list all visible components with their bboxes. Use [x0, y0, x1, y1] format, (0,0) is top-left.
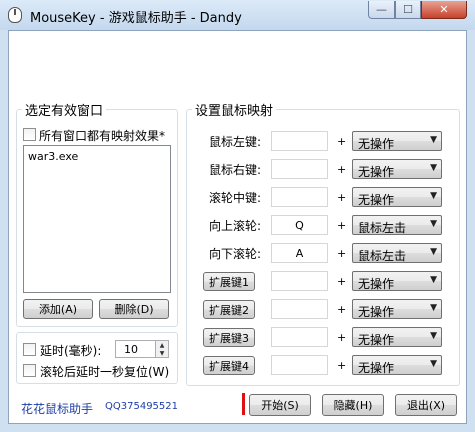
ext-key-3-action-select[interactable]: 无操作 ▼: [352, 327, 442, 347]
dropdown-arrow-icon: ▼: [430, 303, 437, 313]
add-button[interactable]: 添加(A): [23, 299, 93, 319]
minimize-button[interactable]: —: [368, 1, 395, 19]
dropdown-arrow-icon: ▼: [430, 247, 437, 257]
window-title: MouseKey - 游戏鼠标助手 - Dandy: [30, 11, 242, 26]
delay-label: 延时(毫秒):: [40, 344, 102, 358]
plus-sign: +: [337, 163, 347, 176]
middle-button-label: 滚轮中键:: [208, 191, 261, 205]
ext-key-4-key-input[interactable]: [271, 355, 328, 375]
dropdown-arrow-icon: ▼: [430, 331, 437, 341]
all-windows-label: 所有窗口都有映射效果*: [39, 129, 166, 143]
window-select-group-title: 选定有效窗口: [22, 100, 107, 119]
middle-button-key-input[interactable]: [271, 187, 328, 207]
wheel-down-action-value: 鼠标左击: [358, 249, 407, 263]
all-windows-checkbox[interactable]: [23, 128, 36, 141]
title-bar[interactable]: MouseKey - 游戏鼠标助手 - Dandy — ☐ ✕: [0, 0, 475, 30]
ext-key-4-button[interactable]: 扩展键4: [203, 356, 255, 375]
maximize-button[interactable]: ☐: [395, 1, 421, 19]
ext-key-2-button[interactable]: 扩展键2: [203, 300, 255, 319]
left-button-action-value: 无操作: [358, 137, 395, 151]
list-item[interactable]: war3.exe: [28, 150, 78, 163]
dropdown-arrow-icon: ▼: [430, 275, 437, 285]
left-button-key-input[interactable]: [271, 131, 328, 151]
right-button-key-input[interactable]: [271, 159, 328, 179]
plus-sign: +: [337, 275, 347, 288]
wheel-up-label: 向上滚轮:: [208, 219, 261, 233]
qq-contact: QQ375495521: [105, 401, 179, 412]
dropdown-arrow-icon: ▼: [430, 135, 437, 145]
ext-key-4-action-select[interactable]: 无操作 ▼: [352, 355, 442, 375]
app-name-link[interactable]: 花花鼠标助手: [21, 400, 93, 417]
exit-button[interactable]: 退出(X): [395, 394, 457, 416]
ext-key-4-action-value: 无操作: [358, 361, 395, 375]
ext-key-1-action-select[interactable]: 无操作 ▼: [352, 271, 442, 291]
dropdown-arrow-icon: ▼: [430, 359, 437, 369]
ext-key-1-key-input[interactable]: [271, 271, 328, 291]
plus-sign: +: [337, 331, 347, 344]
ext-key-3-key-input[interactable]: [271, 327, 328, 347]
dropdown-arrow-icon: ▼: [430, 219, 437, 229]
wheel-up-action-value: 鼠标左击: [358, 221, 407, 235]
ext-key-3-action-value: 无操作: [358, 333, 395, 347]
ext-key-1-button[interactable]: 扩展键1: [203, 272, 255, 291]
delay-value: 10: [124, 343, 138, 356]
ext-key-1-action-value: 无操作: [358, 277, 395, 291]
wheel-up-key-input[interactable]: Q: [271, 215, 328, 235]
delay-input[interactable]: 10 ▲ ▼: [115, 340, 169, 358]
plus-sign: +: [337, 359, 347, 372]
reset-label: 滚轮后延时一秒复位(W): [40, 365, 170, 379]
reset-checkbox[interactable]: [23, 364, 36, 377]
start-button[interactable]: 开始(S): [249, 394, 311, 416]
hide-button[interactable]: 隐藏(H): [322, 394, 384, 416]
plus-sign: +: [337, 247, 347, 260]
delete-button[interactable]: 删除(D): [99, 299, 169, 319]
wheel-down-action-select[interactable]: 鼠标左击 ▼: [352, 243, 442, 263]
left-button-label: 鼠标左键:: [208, 135, 261, 149]
wheel-up-action-select[interactable]: 鼠标左击 ▼: [352, 215, 442, 235]
spin-down-icon[interactable]: ▼: [155, 349, 168, 357]
ext-key-2-key-input[interactable]: [271, 299, 328, 319]
plus-sign: +: [337, 303, 347, 316]
middle-button-action-value: 无操作: [358, 193, 395, 207]
dropdown-arrow-icon: ▼: [430, 191, 437, 201]
mapping-group-title: 设置鼠标映射: [192, 100, 277, 119]
spin-up-icon[interactable]: ▲: [155, 341, 168, 349]
plus-sign: +: [337, 219, 347, 232]
right-button-label: 鼠标右键:: [208, 163, 261, 177]
focus-indicator: [242, 393, 245, 415]
window-list[interactable]: war3.exe: [23, 145, 171, 293]
wheel-down-label: 向下滚轮:: [208, 247, 261, 261]
dropdown-arrow-icon: ▼: [430, 163, 437, 173]
left-button-action-select[interactable]: 无操作 ▼: [352, 131, 442, 151]
right-button-action-value: 无操作: [358, 165, 395, 179]
plus-sign: +: [337, 191, 347, 204]
plus-sign: +: [337, 135, 347, 148]
delay-checkbox[interactable]: [23, 343, 36, 356]
close-button[interactable]: ✕: [421, 1, 467, 19]
ext-key-3-button[interactable]: 扩展键3: [203, 328, 255, 347]
right-button-action-select[interactable]: 无操作 ▼: [352, 159, 442, 179]
wheel-down-key-input[interactable]: A: [271, 243, 328, 263]
middle-button-action-select[interactable]: 无操作 ▼: [352, 187, 442, 207]
ext-key-2-action-select[interactable]: 无操作 ▼: [352, 299, 442, 319]
client-area: 选定有效窗口 所有窗口都有映射效果* war3.exe 添加(A) 删除(D) …: [8, 30, 467, 424]
mouse-icon: [8, 7, 22, 23]
ext-key-2-action-value: 无操作: [358, 305, 395, 319]
